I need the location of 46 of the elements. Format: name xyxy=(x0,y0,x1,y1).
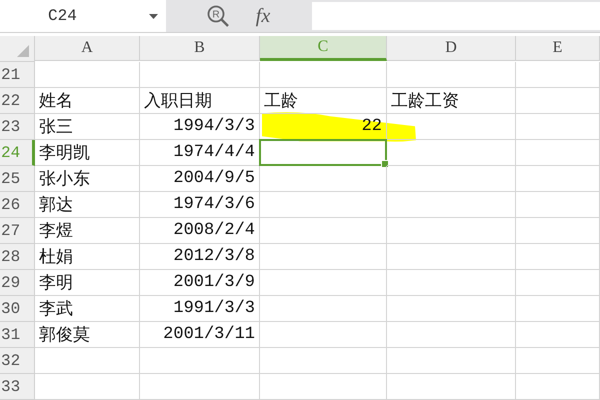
row-header[interactable]: 33 xyxy=(0,374,35,400)
row-header[interactable]: 31 xyxy=(0,322,35,348)
formula-field[interactable] xyxy=(312,2,600,30)
row-header[interactable]: 25 xyxy=(0,166,35,192)
table-cell: 1994/3/3 xyxy=(140,114,260,140)
table-cell: 张三 xyxy=(35,114,140,140)
name-box[interactable]: C24 xyxy=(0,0,166,32)
table-cell: 22 xyxy=(260,114,387,140)
table-cell: 李明凯 xyxy=(35,140,140,166)
table-cell: 郭达 xyxy=(35,192,140,218)
select-all-icon[interactable] xyxy=(17,45,29,57)
table-cell: 李煜 xyxy=(35,218,140,244)
row-header[interactable]: 28 xyxy=(0,244,35,270)
table-cell: 1974/4/4 xyxy=(140,140,260,166)
table-cell: 杜娟 xyxy=(35,244,140,270)
table-cell: 工龄 xyxy=(260,88,387,114)
table-cell: 2001/3/11 xyxy=(140,322,260,348)
row-header[interactable]: 26 xyxy=(0,192,35,218)
column-header[interactable]: E xyxy=(516,36,600,61)
table-cell: 郭俊莫 xyxy=(35,322,140,348)
table-cell: 1974/3/6 xyxy=(140,192,260,218)
row-header[interactable]: 21 xyxy=(0,62,35,88)
table-cell: 李明 xyxy=(35,270,140,296)
table-cell: 2008/2/4 xyxy=(140,218,260,244)
table-cell: 2001/3/9 xyxy=(140,270,260,296)
row-header[interactable]: 22 xyxy=(0,88,35,114)
table-cell: 1991/3/3 xyxy=(140,296,260,322)
fill-handle[interactable] xyxy=(381,160,389,168)
table-cell: 姓名 xyxy=(35,88,140,114)
column-header[interactable]: A xyxy=(35,36,140,61)
selected-cell[interactable] xyxy=(259,139,387,166)
table-cell: 2012/3/8 xyxy=(140,244,260,270)
column-header[interactable]: D xyxy=(387,36,516,61)
row-header[interactable]: 29 xyxy=(0,270,35,296)
function-button[interactable]: fx xyxy=(256,4,270,28)
table-cell: 工龄工资 xyxy=(387,88,516,114)
row-header[interactable]: 23 xyxy=(0,114,35,140)
row-header[interactable]: 27 xyxy=(0,218,35,244)
table-cell: 入职日期 xyxy=(140,88,260,114)
table-cell: 李武 xyxy=(35,296,140,322)
table-cell: 2004/9/5 xyxy=(140,166,260,192)
column-header[interactable]: B xyxy=(140,36,260,61)
table-cell: 张小东 xyxy=(35,166,140,192)
row-header[interactable]: 32 xyxy=(0,348,35,374)
row-header[interactable]: 30 xyxy=(0,296,35,322)
caret-icon xyxy=(149,14,158,18)
